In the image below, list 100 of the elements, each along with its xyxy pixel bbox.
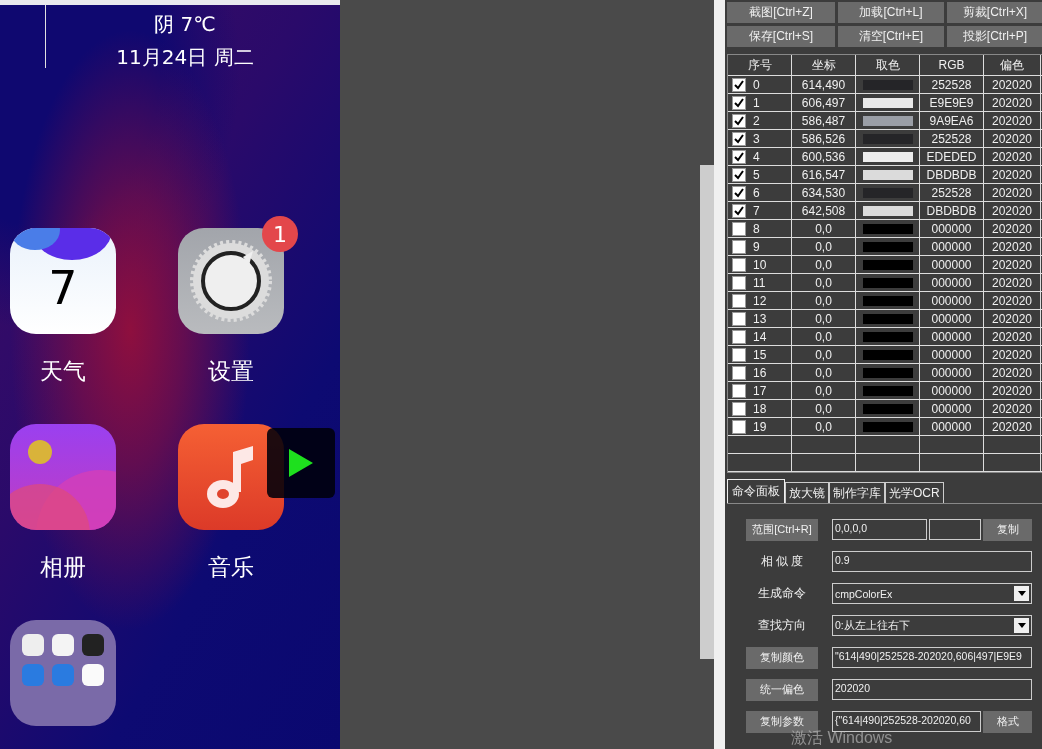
- row-checkbox[interactable]: [732, 221, 746, 236]
- field-label: 查找方向: [757, 617, 807, 634]
- coordinate-cell: 634,530: [792, 184, 856, 201]
- app-label: 音乐: [207, 553, 255, 582]
- play-icon: [287, 447, 315, 479]
- coordinate-cell: 586,487: [792, 112, 856, 129]
- offset-cell: 202020: [984, 184, 1041, 201]
- coordinate-cell: 600,536: [792, 148, 856, 165]
- settings-gear-icon[interactable]: [178, 228, 284, 334]
- play-button[interactable]: [267, 428, 335, 498]
- action-button[interactable]: 统一偏色: [746, 678, 818, 701]
- coordinate-cell: 0,0: [792, 274, 856, 291]
- row-checkbox[interactable]: [732, 293, 746, 308]
- row-index: 8: [753, 221, 760, 236]
- action-button[interactable]: 范围[Ctrl+R]: [746, 518, 818, 541]
- row-checkbox[interactable]: [732, 365, 746, 380]
- offset-cell: 202020: [984, 166, 1041, 183]
- row-checkbox[interactable]: [732, 401, 746, 416]
- panel-tab[interactable]: 制作字库: [829, 482, 885, 503]
- row-checkbox[interactable]: [732, 95, 746, 110]
- toolbar-button[interactable]: 截图[Ctrl+Z]: [727, 2, 835, 23]
- app-folder-icon[interactable]: [10, 620, 116, 726]
- panel-tab[interactable]: 光学OCR: [885, 482, 944, 503]
- row-checkbox[interactable]: [732, 239, 746, 254]
- row-checkbox[interactable]: [732, 257, 746, 272]
- column-header: 取色: [856, 55, 920, 75]
- row-index: 11: [753, 275, 766, 290]
- row-index: 14: [753, 329, 767, 344]
- offset-cell: 202020: [984, 274, 1041, 291]
- row-checkbox[interactable]: [732, 131, 746, 146]
- row-index: 7: [753, 203, 760, 218]
- weather-text: 阴 7℃: [153, 11, 217, 38]
- music-note-icon[interactable]: [178, 424, 284, 530]
- panel-tab[interactable]: 命令面板: [727, 479, 785, 503]
- dropdown-field[interactable]: 0:从左上往右下: [832, 615, 1032, 636]
- row-index: 18: [753, 401, 767, 416]
- input-field[interactable]: 0.9: [832, 551, 1032, 572]
- row-checkbox[interactable]: [732, 203, 746, 218]
- row-checkbox[interactable]: [732, 347, 746, 362]
- offset-cell: 202020: [984, 112, 1041, 129]
- input-field[interactable]: 0,0,0,0: [832, 519, 927, 540]
- row-checkbox[interactable]: [732, 185, 746, 200]
- app-label: 天气: [39, 357, 87, 386]
- action-button[interactable]: 复制: [983, 518, 1032, 541]
- toolbar-button[interactable]: 剪裁[Ctrl+X]: [947, 2, 1042, 23]
- icon-number: 7: [48, 261, 78, 315]
- weather-app-icon[interactable]: 7: [10, 228, 116, 334]
- rgb-cell: E9E9E9: [920, 94, 984, 111]
- column-header: 偏色: [984, 55, 1041, 75]
- scrollbar[interactable]: [700, 165, 714, 659]
- action-button[interactable]: 复制颜色: [746, 646, 818, 669]
- coordinate-cell: 0,0: [792, 220, 856, 237]
- action-button[interactable]: 格式: [983, 710, 1032, 733]
- rgb-cell: 9A9EA6: [920, 112, 984, 129]
- rgb-cell: 000000: [920, 292, 984, 309]
- field-label: 相 似 度: [759, 553, 805, 570]
- input-field[interactable]: {"614|490|252528-202020,60: [832, 711, 981, 732]
- row-checkbox[interactable]: [732, 311, 746, 326]
- toolbar-button[interactable]: 保存[Ctrl+S]: [727, 26, 835, 47]
- rgb-cell: 000000: [920, 382, 984, 399]
- coordinate-cell: 0,0: [792, 418, 856, 435]
- row-checkbox[interactable]: [732, 383, 746, 398]
- toolbar-button[interactable]: 清空[Ctrl+E]: [838, 26, 944, 47]
- row-index: 10: [753, 257, 767, 272]
- panel-tab[interactable]: 放大镜: [785, 482, 829, 503]
- offset-cell: 202020: [984, 220, 1041, 237]
- row-checkbox[interactable]: [732, 419, 746, 434]
- dropdown-field[interactable]: cmpColorEx: [832, 583, 1032, 604]
- toolbar-button[interactable]: 加载[Ctrl+L]: [838, 2, 944, 23]
- row-index: 15: [753, 347, 767, 362]
- rgb-cell: 252528: [920, 76, 984, 93]
- coordinate-cell: 642,508: [792, 202, 856, 219]
- rgb-cell: 000000: [920, 364, 984, 381]
- input-field[interactable]: "614|490|252528-202020,606|497|E9E9: [832, 647, 1032, 668]
- rgb-cell: 000000: [920, 238, 984, 255]
- offset-cell: 202020: [984, 328, 1041, 345]
- row-checkbox[interactable]: [732, 77, 746, 92]
- input-field[interactable]: [929, 519, 981, 540]
- toolbar-button[interactable]: 投影[Ctrl+P]: [947, 26, 1042, 47]
- offset-cell: 202020: [984, 310, 1041, 327]
- row-index: 4: [753, 149, 760, 164]
- coordinate-cell: 606,497: [792, 94, 856, 111]
- offset-cell: 202020: [984, 292, 1041, 309]
- row-index: 9: [753, 239, 760, 254]
- row-checkbox[interactable]: [732, 167, 746, 182]
- coordinate-cell: 0,0: [792, 364, 856, 381]
- row-checkbox[interactable]: [732, 113, 746, 128]
- gallery-app-icon[interactable]: [10, 424, 116, 530]
- notification-badge: 1: [262, 216, 298, 252]
- rgb-cell: 252528: [920, 130, 984, 147]
- rgb-cell: 000000: [920, 418, 984, 435]
- row-index: 2: [753, 113, 760, 128]
- rgb-cell: EDEDED: [920, 148, 984, 165]
- action-button[interactable]: 复制参数: [746, 710, 818, 733]
- rgb-cell: DBDBDB: [920, 202, 984, 219]
- coordinate-cell: 0,0: [792, 310, 856, 327]
- input-field[interactable]: 202020: [832, 679, 1032, 700]
- row-checkbox[interactable]: [732, 149, 746, 164]
- row-checkbox[interactable]: [732, 275, 746, 290]
- row-checkbox[interactable]: [732, 329, 746, 344]
